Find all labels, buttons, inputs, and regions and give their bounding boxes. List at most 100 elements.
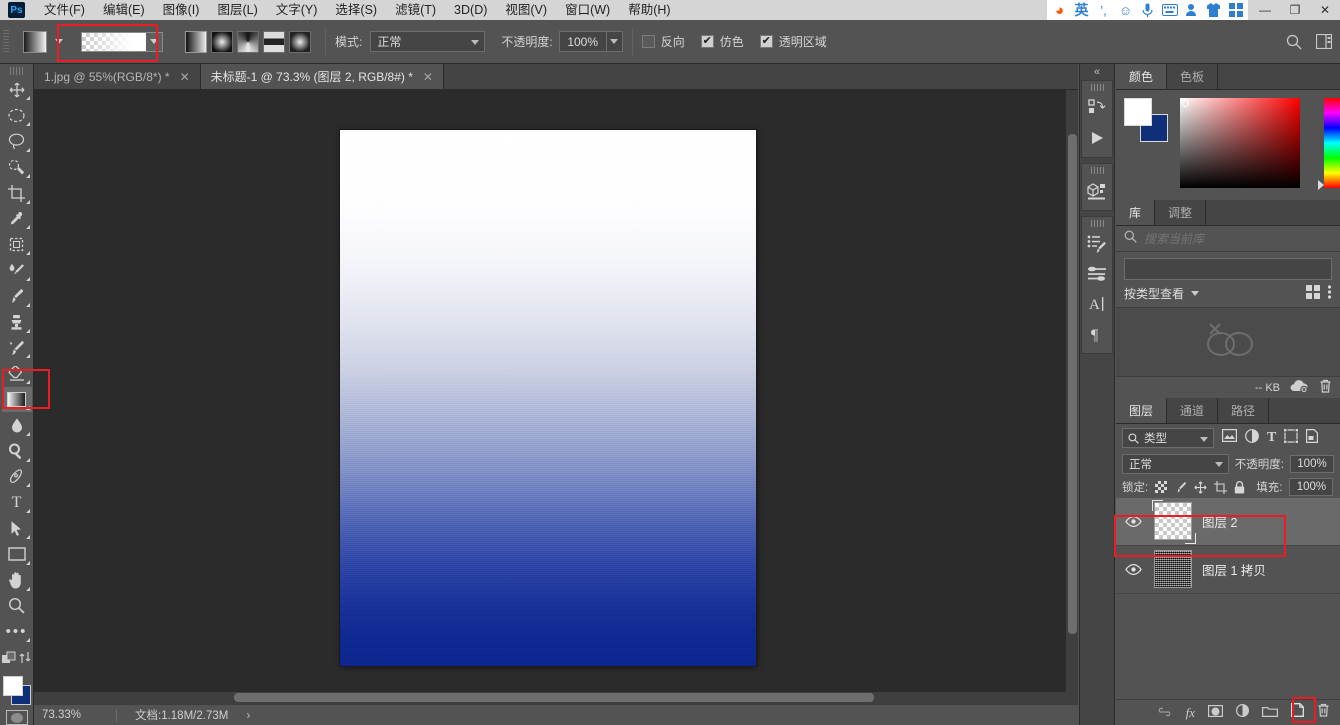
canvas-vertical-scroll-thumb[interactable] — [1068, 134, 1077, 634]
layer-filter-chevron-down-icon[interactable] — [1200, 437, 1208, 442]
blur-tool[interactable] — [2, 413, 32, 438]
user-icon[interactable] — [1183, 2, 1200, 19]
color-panel-foreground-swatch[interactable] — [1124, 98, 1152, 126]
clone-stamp-tool[interactable] — [2, 310, 32, 335]
options-bar-grip[interactable] — [3, 30, 9, 54]
tab-paths[interactable]: 路径 — [1218, 398, 1269, 423]
move-tool[interactable] — [2, 78, 32, 103]
menu-type[interactable]: 文字(Y) — [267, 0, 327, 20]
gradient-chevron-down-icon[interactable] — [146, 33, 162, 51]
dock-group-grip-2[interactable] — [1091, 167, 1104, 174]
angle-gradient-button[interactable] — [237, 31, 259, 53]
tab-channels[interactable]: 通道 — [1167, 398, 1218, 423]
more-tools-button[interactable]: ••• — [2, 619, 32, 644]
tshirt-icon[interactable] — [1205, 2, 1222, 19]
menu-image[interactable]: 图像(I) — [154, 0, 209, 20]
new-layer-icon[interactable] — [1291, 703, 1304, 722]
status-chevron-right-icon[interactable]: › — [246, 708, 250, 722]
doc-tab-2-close-icon[interactable]: ✕ — [423, 70, 433, 84]
smiley-icon[interactable]: ☺ — [1117, 2, 1134, 19]
diamond-gradient-button[interactable] — [289, 31, 311, 53]
menu-window[interactable]: 窗口(W) — [556, 0, 619, 20]
color-panel-fg-bg[interactable] — [1124, 98, 1170, 142]
tab-libraries[interactable]: 库 — [1116, 200, 1155, 225]
lock-all-icon[interactable] — [1234, 481, 1245, 494]
blend-mode-select[interactable]: 正常 — [370, 31, 485, 52]
type-tool[interactable]: T — [2, 490, 32, 515]
add-layer-mask-icon[interactable] — [1208, 704, 1223, 722]
reverse-checkbox[interactable]: ✔ — [642, 35, 655, 48]
table-row[interactable]: 图层 2 — [1116, 498, 1340, 546]
layer-blend-chevron-down-icon[interactable] — [1215, 462, 1223, 467]
library-select[interactable] — [1124, 258, 1332, 280]
quick-selection-tool[interactable] — [2, 155, 32, 180]
menu-help[interactable]: 帮助(H) — [619, 0, 679, 20]
pen-tool[interactable] — [2, 465, 32, 490]
list-view-icon[interactable] — [1327, 285, 1332, 302]
adjustments-sliders-icon[interactable] — [1082, 259, 1112, 289]
library-view-chevron-down-icon[interactable] — [1191, 291, 1199, 296]
color-field[interactable] — [1180, 98, 1300, 188]
search-icon[interactable] — [1286, 34, 1302, 50]
linear-gradient-button[interactable] — [185, 31, 207, 53]
history-brush-tool[interactable] — [2, 336, 32, 361]
canvas-area[interactable] — [34, 90, 1078, 704]
menu-file[interactable]: 文件(F) — [35, 0, 94, 20]
delete-layer-icon[interactable] — [1317, 703, 1330, 722]
hand-tool[interactable] — [2, 568, 32, 593]
dither-checkbox[interactable]: ✔ — [701, 35, 714, 48]
hue-strip[interactable] — [1324, 98, 1340, 188]
dock-group-grip-1[interactable] — [1091, 84, 1104, 91]
link-layers-icon[interactable] — [1156, 704, 1173, 722]
canvas-horizontal-scrollbar[interactable] — [34, 691, 1065, 704]
foreground-background-color[interactable] — [2, 675, 32, 704]
minimize-button[interactable]: — — [1250, 0, 1280, 20]
tab-swatches[interactable]: 色板 — [1167, 64, 1218, 89]
doc-tab-1-close-icon[interactable]: ✕ — [180, 70, 190, 84]
menu-layer[interactable]: 图层(L) — [208, 0, 266, 20]
layer-visibility-icon[interactable] — [1120, 564, 1146, 575]
lock-artboard-icon[interactable] — [1214, 481, 1227, 494]
lock-image-pixels-icon[interactable] — [1174, 481, 1187, 494]
frame-tool[interactable] — [2, 232, 32, 257]
lock-position-icon[interactable] — [1194, 481, 1207, 494]
dither-checkbox-wrap[interactable]: ✔ 仿色 — [701, 33, 744, 50]
library-search-row[interactable] — [1116, 226, 1340, 252]
layer-name[interactable]: 图层 2 — [1202, 512, 1237, 531]
gradient-picker[interactable] — [81, 32, 163, 52]
close-button[interactable]: ✕ — [1310, 0, 1340, 20]
crop-tool[interactable] — [2, 181, 32, 206]
lang-english-icon[interactable]: 英 — [1073, 2, 1090, 19]
reverse-checkbox-wrap[interactable]: ✔ 反向 — [642, 33, 685, 50]
foreground-color-swatch[interactable] — [3, 676, 23, 696]
gradient-tool[interactable] — [2, 387, 32, 412]
opacity-input[interactable]: 100% — [559, 31, 607, 52]
paragraph-icon[interactable]: ¶ — [1082, 319, 1112, 349]
trash-icon[interactable] — [1319, 379, 1332, 396]
dodge-tool[interactable] — [2, 439, 32, 464]
gradient-swatch-preview[interactable] — [82, 33, 146, 51]
color-picker-handle[interactable] — [1182, 100, 1189, 107]
menu-filter[interactable]: 滤镜(T) — [386, 0, 445, 20]
lasso-tool[interactable] — [2, 129, 32, 154]
doc-tab-2[interactable]: 未标题-1 @ 73.3% (图层 2, RGB/8#) * ✕ — [201, 64, 444, 89]
apps-icon[interactable] — [1227, 2, 1244, 19]
tab-adjustments[interactable]: 调整 — [1155, 200, 1206, 225]
character-A-icon[interactable]: A — [1082, 289, 1112, 319]
healing-brush-tool[interactable] — [2, 258, 32, 283]
reflected-gradient-button[interactable] — [263, 31, 285, 53]
document-canvas[interactable] — [340, 130, 756, 666]
tool-preset-chevron-down-icon[interactable] — [55, 39, 63, 44]
status-zoom-value[interactable]: 73.33% — [34, 709, 116, 721]
layer-filter-type-select[interactable]: 类型 — [1122, 428, 1214, 448]
restore-button[interactable]: ❐ — [1280, 0, 1310, 20]
eraser-tool[interactable] — [2, 361, 32, 386]
cloud-sync-error-icon[interactable] — [1290, 379, 1309, 396]
zoom-tool[interactable] — [2, 594, 32, 619]
comma-icon[interactable]: ’, — [1095, 2, 1112, 19]
radial-gradient-button[interactable] — [211, 31, 233, 53]
layer-style-fx-icon[interactable]: fx — [1186, 705, 1195, 721]
menu-3d[interactable]: 3D(D) — [445, 0, 496, 20]
canvas-horizontal-scroll-thumb[interactable] — [234, 693, 874, 702]
layer-fill-input[interactable]: 100% — [1289, 478, 1333, 496]
